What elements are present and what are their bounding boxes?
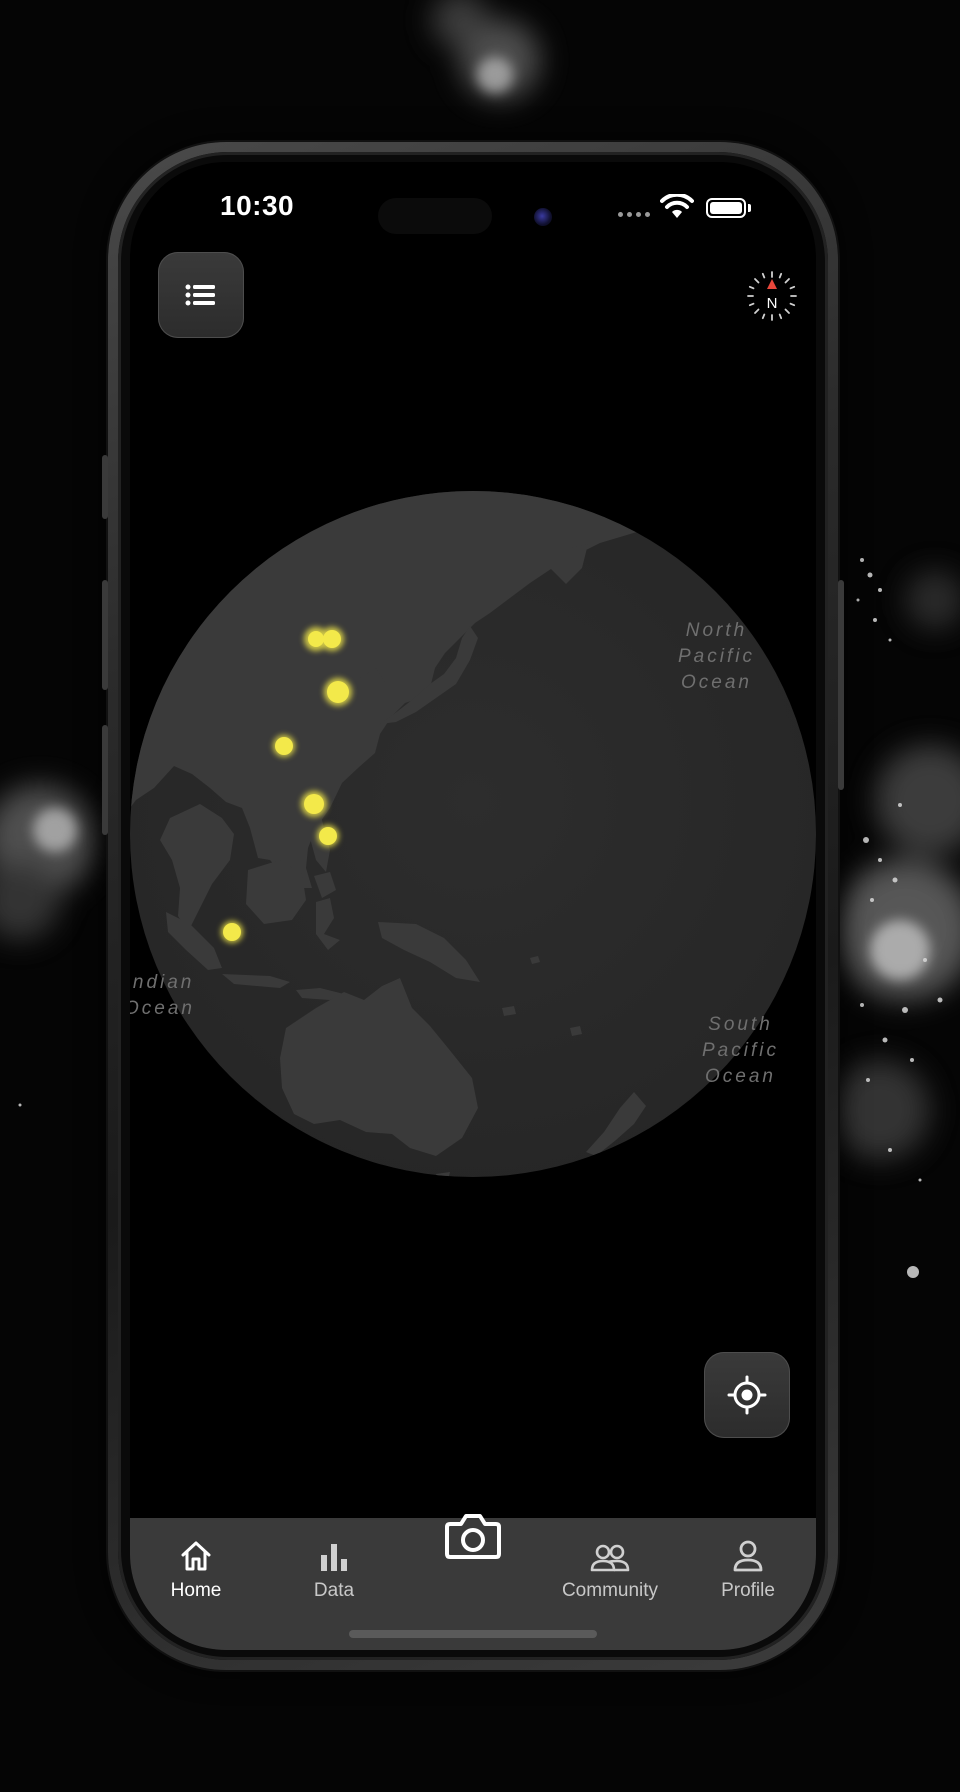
status-time: 10:30 (220, 190, 295, 221)
light-marker (223, 923, 241, 941)
light-marker (319, 827, 337, 845)
tab-profile[interactable]: Profile (678, 1518, 816, 1618)
home-indicator[interactable] (349, 1630, 597, 1638)
bar-chart-icon (321, 1544, 347, 1571)
list-icon (185, 284, 215, 306)
compass-needle-icon (767, 279, 777, 289)
label-north-pacific-ocean: North Pacific Ocean (678, 620, 755, 693)
phone-screen: 10:30 N North Pacific Ocean Indian Ocean… (130, 162, 816, 1650)
light-marker (308, 631, 324, 647)
tab-camera[interactable] (440, 1506, 506, 1566)
light-marker (327, 681, 349, 703)
home-icon (181, 1541, 211, 1571)
front-camera (534, 208, 552, 226)
camera-icon (445, 1514, 501, 1559)
tab-label: Profile (721, 1580, 775, 1601)
person-icon (733, 1540, 763, 1572)
crosshair-icon (727, 1375, 767, 1415)
stage: 10:30 N North Pacific Ocean Indian Ocean… (0, 0, 960, 1792)
light-marker (323, 630, 341, 648)
volume-up-button (102, 580, 108, 690)
battery-cap (748, 204, 751, 212)
tab-label: Community (561, 1580, 659, 1601)
tab-label: Data (313, 1580, 355, 1601)
label-indian-ocean: Indian Ocean (130, 972, 195, 1019)
compass-label: N (767, 295, 778, 312)
dynamic-island (378, 198, 492, 234)
cellular-signal-icon (618, 212, 650, 217)
compass-button[interactable]: N (746, 270, 798, 322)
list-menu-button[interactable] (158, 252, 244, 338)
tab-home[interactable]: Home (130, 1518, 266, 1618)
tab-data[interactable]: Data (264, 1518, 404, 1618)
tab-label: Home (170, 1580, 222, 1601)
battery-icon (706, 198, 746, 218)
label-south-pacific-ocean: South Pacific Ocean (702, 1014, 779, 1087)
locate-me-button[interactable] (704, 1352, 790, 1438)
volume-down-button (102, 725, 108, 835)
power-button (838, 580, 844, 790)
wifi-icon (660, 194, 694, 218)
people-icon (590, 1544, 630, 1572)
light-marker (304, 794, 324, 814)
action-button (102, 455, 108, 519)
tab-community[interactable]: Community (540, 1518, 680, 1618)
light-marker (275, 737, 293, 755)
